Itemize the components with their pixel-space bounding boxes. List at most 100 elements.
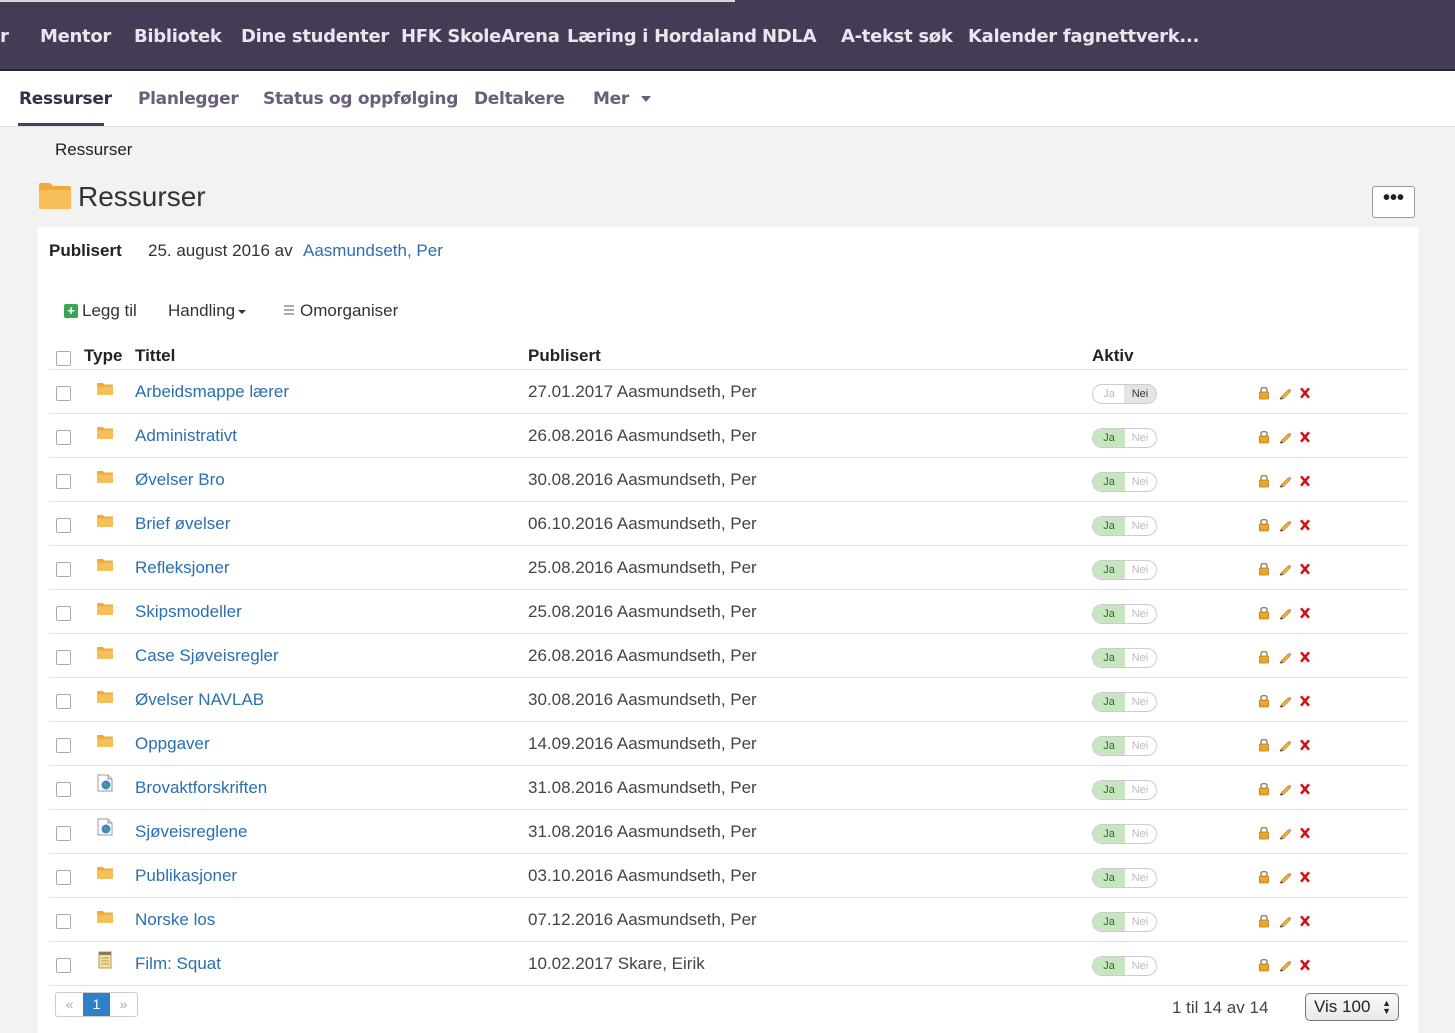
lock-icon[interactable]: [1257, 826, 1271, 840]
lock-icon[interactable]: [1257, 650, 1271, 664]
active-toggle[interactable]: Ja Nei: [1092, 428, 1157, 448]
delete-icon[interactable]: [1298, 826, 1312, 840]
pagination-next[interactable]: »: [110, 993, 137, 1016]
column-header-type[interactable]: Type: [84, 346, 122, 366]
tab-ressurser[interactable]: Ressurser: [19, 89, 112, 109]
delete-icon[interactable]: [1298, 606, 1312, 620]
active-toggle[interactable]: Ja Nei: [1092, 692, 1157, 712]
row-checkbox[interactable]: [56, 518, 71, 533]
topnav-item-hfk-skolearena[interactable]: HFK SkoleArena: [401, 26, 560, 47]
topnav-item-a-tekst-sok[interactable]: A-tekst søk: [841, 26, 953, 47]
edit-icon[interactable]: [1278, 782, 1292, 796]
published-author-link[interactable]: Aasmundseth, Per: [303, 241, 443, 261]
topnav-item-ndla[interactable]: NDLA: [762, 26, 817, 47]
active-toggle[interactable]: Ja Nei: [1092, 604, 1157, 624]
row-checkbox[interactable]: [56, 430, 71, 445]
resource-title-link[interactable]: Refleksjoner: [135, 558, 230, 578]
edit-icon[interactable]: [1278, 474, 1292, 488]
edit-icon[interactable]: [1278, 738, 1292, 752]
row-checkbox[interactable]: [56, 826, 71, 841]
page-size-select[interactable]: Vis 100 ▲ ▼: [1305, 993, 1399, 1021]
active-toggle[interactable]: Ja Nei: [1092, 868, 1157, 888]
resource-title-link[interactable]: Brief øvelser: [135, 514, 230, 534]
tab-status-og-oppfolging[interactable]: Status og oppfølging: [263, 89, 458, 109]
row-checkbox[interactable]: [56, 958, 71, 973]
resource-title-link[interactable]: Øvelser NAVLAB: [135, 690, 264, 710]
pagination-prev[interactable]: «: [56, 993, 83, 1016]
column-header-title[interactable]: Tittel: [135, 346, 175, 366]
edit-icon[interactable]: [1278, 430, 1292, 444]
lock-icon[interactable]: [1257, 562, 1271, 576]
active-toggle[interactable]: Ja Nei: [1092, 384, 1157, 404]
lock-icon[interactable]: [1257, 386, 1271, 400]
add-button[interactable]: + Legg til: [64, 301, 137, 321]
column-header-active[interactable]: Aktiv: [1092, 346, 1134, 366]
active-toggle[interactable]: Ja Nei: [1092, 560, 1157, 580]
column-header-published[interactable]: Publisert: [528, 346, 601, 366]
reorganize-button[interactable]: Omorganiser: [284, 301, 398, 321]
lock-icon[interactable]: [1257, 914, 1271, 928]
tab-mer[interactable]: Mer: [593, 89, 651, 109]
active-toggle[interactable]: Ja Nei: [1092, 956, 1157, 976]
delete-icon[interactable]: [1298, 562, 1312, 576]
edit-icon[interactable]: [1278, 870, 1292, 884]
resource-title-link[interactable]: Brovaktforskriften: [135, 778, 267, 798]
active-toggle[interactable]: Ja Nei: [1092, 648, 1157, 668]
edit-icon[interactable]: [1278, 518, 1292, 532]
lock-icon[interactable]: [1257, 958, 1271, 972]
active-toggle[interactable]: Ja Nei: [1092, 824, 1157, 844]
resource-title-link[interactable]: Norske los: [135, 910, 215, 930]
delete-icon[interactable]: [1298, 518, 1312, 532]
row-checkbox[interactable]: [56, 782, 71, 797]
topnav-item-kalender[interactable]: Kalender fagnettverk...: [968, 26, 1199, 47]
breadcrumb[interactable]: Ressurser: [55, 140, 132, 160]
row-checkbox[interactable]: [56, 870, 71, 885]
resource-title-link[interactable]: Publikasjoner: [135, 866, 237, 886]
active-toggle[interactable]: Ja Nei: [1092, 736, 1157, 756]
active-toggle[interactable]: Ja Nei: [1092, 472, 1157, 492]
action-dropdown[interactable]: Handling: [168, 301, 247, 321]
delete-icon[interactable]: [1298, 958, 1312, 972]
delete-icon[interactable]: [1298, 782, 1312, 796]
delete-icon[interactable]: [1298, 694, 1312, 708]
row-checkbox[interactable]: [56, 650, 71, 665]
resource-title-link[interactable]: Case Sjøveisregler: [135, 646, 279, 666]
edit-icon[interactable]: [1278, 562, 1292, 576]
row-checkbox[interactable]: [56, 738, 71, 753]
delete-icon[interactable]: [1298, 474, 1312, 488]
topnav-item-laering-i-hordaland[interactable]: Læring i Hordaland: [567, 26, 757, 47]
resource-title-link[interactable]: Administrativt: [135, 426, 237, 446]
resource-title-link[interactable]: Skipsmodeller: [135, 602, 242, 622]
topnav-item-mentor[interactable]: Mentor: [40, 26, 111, 47]
lock-icon[interactable]: [1257, 782, 1271, 796]
more-options-button[interactable]: •••: [1372, 186, 1415, 218]
delete-icon[interactable]: [1298, 650, 1312, 664]
row-checkbox[interactable]: [56, 386, 71, 401]
lock-icon[interactable]: [1257, 606, 1271, 620]
edit-icon[interactable]: [1278, 694, 1292, 708]
edit-icon[interactable]: [1278, 826, 1292, 840]
row-checkbox[interactable]: [56, 606, 71, 621]
row-checkbox[interactable]: [56, 694, 71, 709]
select-all-checkbox[interactable]: [56, 351, 71, 366]
resource-title-link[interactable]: Øvelser Bro: [135, 470, 225, 490]
lock-icon[interactable]: [1257, 518, 1271, 532]
edit-icon[interactable]: [1278, 650, 1292, 664]
delete-icon[interactable]: [1298, 870, 1312, 884]
resource-title-link[interactable]: Oppgaver: [135, 734, 210, 754]
row-checkbox[interactable]: [56, 562, 71, 577]
row-checkbox[interactable]: [56, 914, 71, 929]
delete-icon[interactable]: [1298, 430, 1312, 444]
topnav-item-bibliotek[interactable]: Bibliotek: [134, 26, 222, 47]
active-toggle[interactable]: Ja Nei: [1092, 780, 1157, 800]
resource-title-link[interactable]: Sjøveisreglene: [135, 822, 247, 842]
delete-icon[interactable]: [1298, 386, 1312, 400]
active-toggle[interactable]: Ja Nei: [1092, 516, 1157, 536]
active-toggle[interactable]: Ja Nei: [1092, 912, 1157, 932]
delete-icon[interactable]: [1298, 914, 1312, 928]
lock-icon[interactable]: [1257, 694, 1271, 708]
tab-planlegger[interactable]: Planlegger: [138, 89, 239, 109]
edit-icon[interactable]: [1278, 958, 1292, 972]
resource-title-link[interactable]: Arbeidsmappe lærer: [135, 382, 289, 402]
row-checkbox[interactable]: [56, 474, 71, 489]
